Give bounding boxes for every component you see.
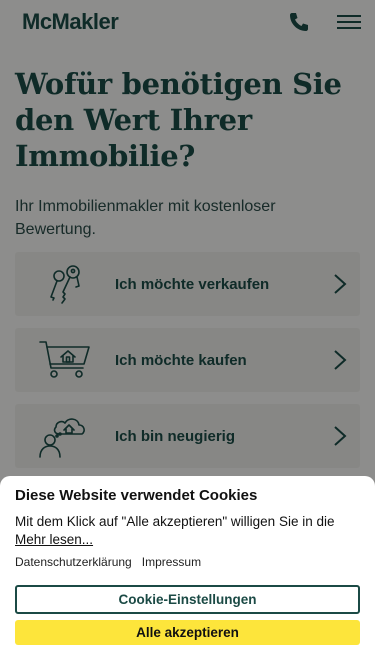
cookie-settings-button[interactable]: Cookie-Einstellungen xyxy=(15,585,360,614)
cookie-banner: Diese Website verwendet Cookies Mit dem … xyxy=(0,476,375,667)
accept-all-button[interactable]: Alle akzeptieren xyxy=(15,620,360,645)
cookie-links: Datenschutzerklärung Impressum xyxy=(15,555,360,569)
privacy-link[interactable]: Datenschutzerklärung xyxy=(15,555,132,569)
cookie-text: Mit dem Klick auf "Alle akzeptieren" wil… xyxy=(15,514,335,529)
imprint-link[interactable]: Impressum xyxy=(142,555,201,569)
read-more-link[interactable]: Mehr lesen... xyxy=(15,531,93,549)
cookie-title: Diese Website verwendet Cookies xyxy=(15,487,258,504)
